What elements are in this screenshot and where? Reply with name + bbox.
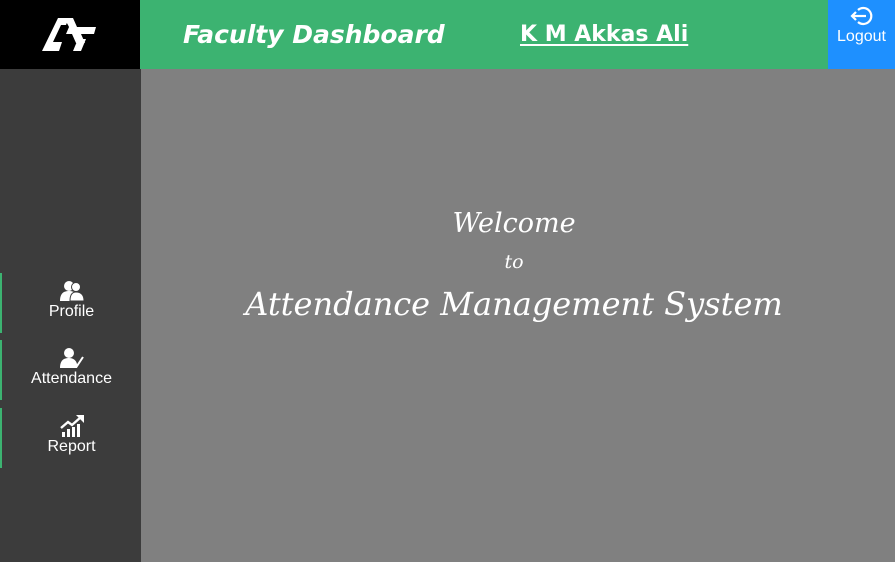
sidebar: Profile Attendance Report [0,69,141,562]
sidebar-item-label: Attendance [31,370,112,387]
chart-growth-icon [59,415,84,437]
brand-logo[interactable] [0,0,140,69]
user-name-link[interactable]: K M Akkas Ali [520,20,688,50]
top-header: Faculty Dashboard K M Akkas Ali [140,0,828,69]
page-title: Faculty Dashboard [183,20,445,49]
welcome-to-text: to [504,251,524,273]
system-name-heading: Attendance Management System [245,285,783,323]
sidebar-item-report[interactable]: Report [0,408,141,468]
logout-label: Logout [837,28,886,45]
sidebar-item-label: Profile [48,303,95,320]
sidebar-item-label: Report [47,438,96,455]
main-content: Welcome to Attendance Management System [141,69,895,562]
sidebar-item-profile[interactable]: Profile [0,273,141,333]
logout-icon [849,6,872,26]
users-icon [59,281,85,302]
user-check-icon [59,348,84,368]
sidebar-item-attendance[interactable]: Attendance [0,340,141,400]
brand-logo-icon [42,17,96,51]
app-root: Faculty Dashboard K M Akkas Ali Logout P… [0,0,895,562]
logout-button[interactable]: Logout [828,0,895,69]
welcome-heading: Welcome [452,208,576,239]
